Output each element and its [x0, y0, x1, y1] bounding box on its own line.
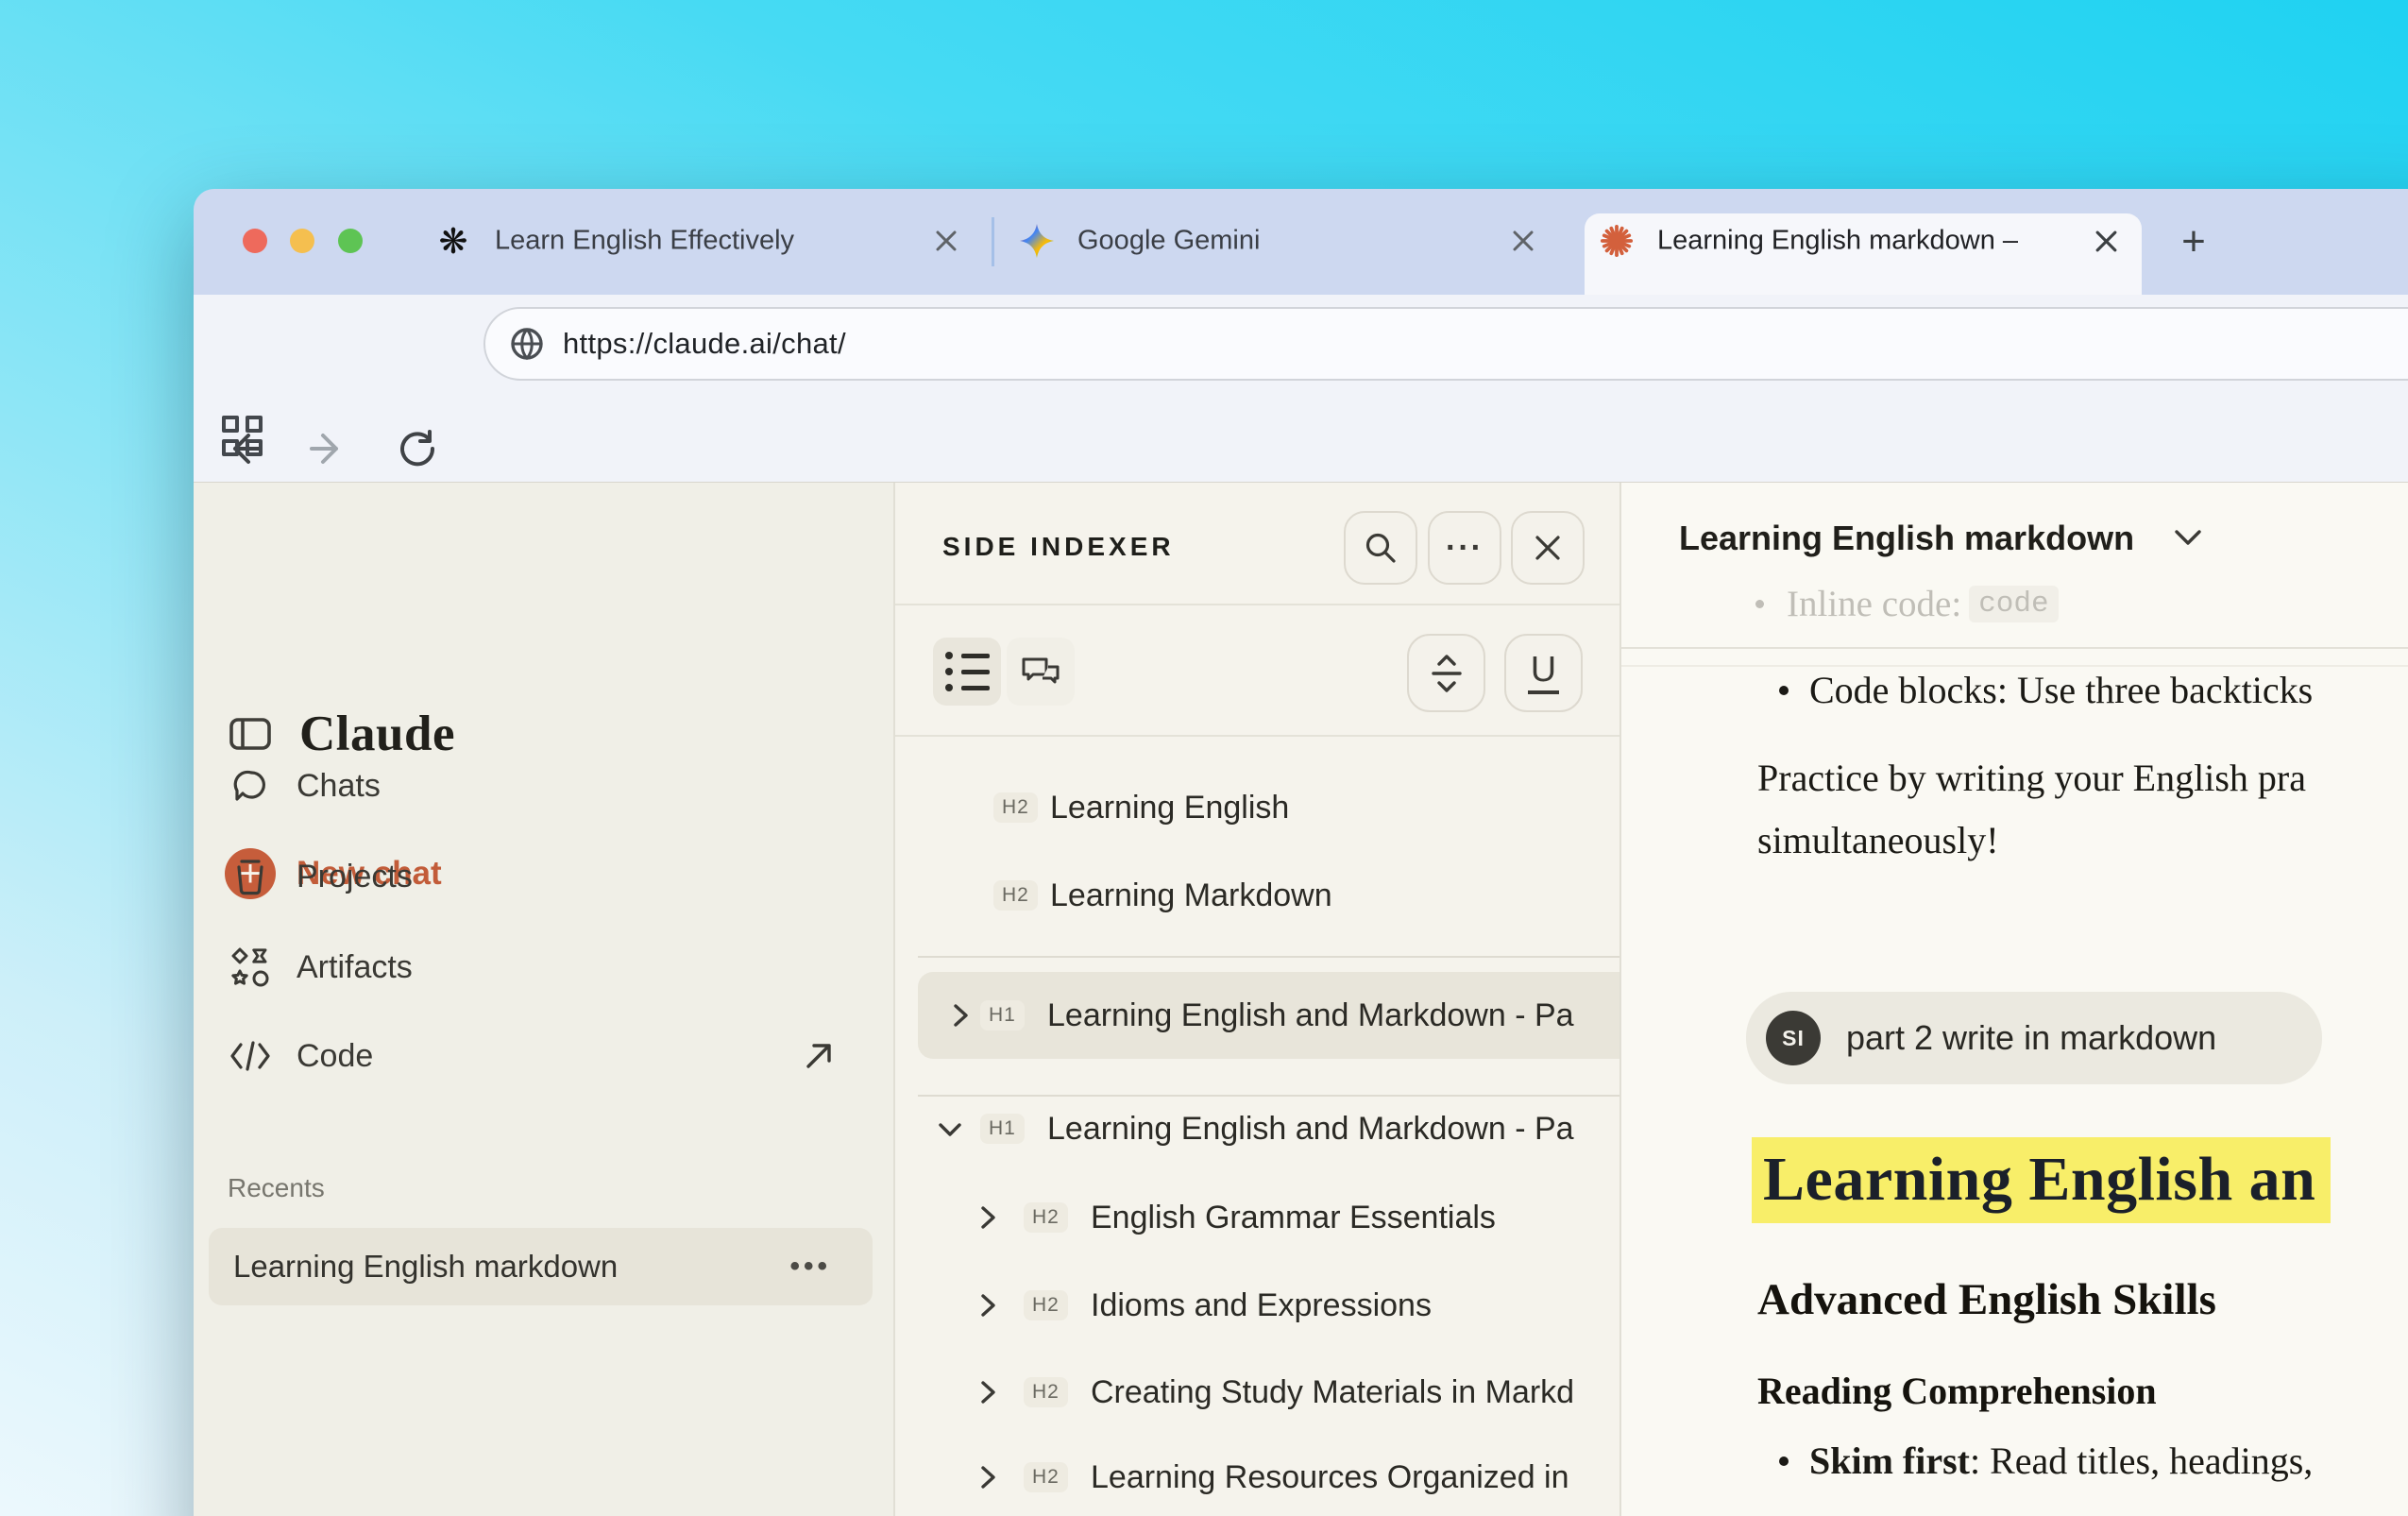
user-message-text: part 2 write in markdown — [1846, 1018, 2216, 1058]
chevron-right-icon[interactable] — [976, 1204, 999, 1231]
tab-strip: ❋ Learn English Effectively Google Gemin… — [194, 189, 2408, 295]
gemini-icon — [1020, 224, 1054, 258]
url-bar[interactable]: https://claude.ai/chat/ — [483, 307, 2408, 381]
tab-google-gemini[interactable]: Google Gemini — [1077, 226, 1260, 257]
bullet-dot — [1755, 600, 1764, 608]
reload-icon[interactable] — [393, 424, 442, 473]
panel-title: SIDE INDEXER — [942, 532, 1175, 562]
claude-icon — [1600, 224, 1634, 258]
divider — [1621, 665, 2408, 667]
list-view-toggle[interactable] — [933, 638, 1001, 706]
recent-chat-item[interactable]: Learning English markdown ••• — [209, 1228, 873, 1305]
more-button[interactable]: ··· — [1428, 511, 1501, 585]
forward-icon[interactable] — [304, 424, 353, 473]
user-message-bubble: SI part 2 write in markdown — [1746, 992, 2322, 1084]
chevron-right-icon[interactable] — [976, 1292, 999, 1319]
chat-bubbles-icon — [1020, 654, 1061, 690]
divider — [895, 735, 1619, 737]
tab-close-icon[interactable] — [925, 220, 967, 262]
new-tab-button[interactable]: + — [2172, 220, 2215, 264]
chat-content-panel: Learning English markdown Inline code: c… — [1621, 483, 2408, 1516]
chevron-down-icon[interactable] — [2174, 529, 2202, 548]
chevron-right-icon[interactable] — [949, 1002, 972, 1029]
index-item-h2-child[interactable]: H2 Creating Study Materials in Markd — [895, 1349, 1619, 1436]
sidebar-item-artifacts[interactable]: Artifacts — [194, 934, 893, 1000]
bullet-skim-first: Skim first: Read titles, headings, — [1779, 1439, 2313, 1483]
projects-icon — [229, 858, 272, 895]
artifacts-icon — [229, 947, 272, 987]
code-icon — [229, 1040, 272, 1072]
tab-learning-english-markdown[interactable]: Learning English markdown – — [1657, 226, 2018, 257]
chat-view-toggle[interactable] — [1007, 638, 1075, 706]
scrolled-faded-text: Inline code: code — [1755, 583, 2059, 625]
index-item-h1-expanded[interactable]: H1 Learning English and Markdown - Pa — [895, 1085, 1619, 1172]
index-item-h2[interactable]: H2 Learning English — [895, 764, 1619, 851]
chat-bubble-icon — [229, 767, 272, 805]
claude-sidebar: Claude + New chat Chats — [194, 483, 895, 1516]
index-item-h1-selected[interactable]: H1 Learning English and Markdown - Pa — [918, 972, 1621, 1059]
index-item-h2-child[interactable]: H2 Idioms and Expressions — [895, 1262, 1619, 1349]
index-item-h2-child[interactable]: H2 Learning Resources Organized in — [895, 1434, 1619, 1516]
maximize-window-button[interactable] — [338, 229, 363, 253]
recents-heading: Recents — [228, 1173, 325, 1203]
index-item-h2[interactable]: H2 Learning Markdown — [895, 852, 1619, 939]
browser-window: ❋ Learn English Effectively Google Gemin… — [194, 189, 2408, 1516]
url-text[interactable]: https://claude.ai/chat/ — [563, 327, 846, 361]
globe-icon — [510, 327, 544, 361]
list-icon — [945, 652, 990, 691]
bullet-dot — [1779, 1456, 1789, 1466]
minimize-window-button[interactable] — [290, 229, 314, 253]
desktop-background: ❋ Learn English Effectively Google Gemin… — [0, 0, 2408, 1516]
inline-code-chip: code — [1969, 586, 2058, 622]
h3-heading: Reading Comprehension — [1757, 1369, 2157, 1413]
more-options-icon[interactable]: ••• — [789, 1251, 831, 1283]
tab-close-icon[interactable] — [2085, 220, 2127, 262]
external-link-icon — [803, 1040, 835, 1072]
highlighted-h1-heading: Learning English an — [1752, 1144, 2331, 1216]
chevron-down-icon[interactable] — [937, 1117, 963, 1140]
chatgpt-icon: ❋ — [436, 224, 470, 258]
sidebar-toggle-icon[interactable] — [229, 718, 271, 750]
tab-groups-grid-icon[interactable] — [222, 416, 267, 461]
close-panel-button[interactable] — [1511, 511, 1585, 585]
divider — [895, 604, 1619, 605]
assistant-paragraph: Practice by writing your English pra sim… — [1757, 747, 2306, 872]
underline-icon: U — [1528, 652, 1559, 695]
h2-heading: Advanced English Skills — [1757, 1274, 2216, 1325]
underline-highlight-button[interactable]: U — [1504, 634, 1583, 712]
tab-learn-english[interactable]: Learn English Effectively — [495, 226, 794, 257]
sidebar-item-projects[interactable]: Projects — [194, 843, 893, 910]
expand-collapse-all-button[interactable] — [1407, 634, 1485, 712]
search-button[interactable] — [1344, 511, 1417, 585]
index-item-h2-child[interactable]: H2 English Grammar Essentials — [895, 1174, 1619, 1261]
sidebar-item-code[interactable]: Code — [194, 1023, 893, 1089]
side-indexer-panel: SIDE INDEXER ··· — [895, 483, 1621, 1516]
chevron-right-icon[interactable] — [976, 1379, 999, 1405]
chevron-right-icon[interactable] — [976, 1464, 999, 1490]
browser-toolbar: https://claude.ai/chat/ — [194, 295, 2408, 482]
claude-page: Claude + New chat Chats — [194, 482, 2408, 1516]
bullet-code-blocks: Code blocks: Use three backticks — [1779, 668, 2313, 712]
bullet-dot — [1779, 686, 1789, 695]
user-avatar[interactable]: SI — [1766, 1011, 1821, 1065]
divider — [918, 956, 1621, 958]
conversation-title[interactable]: Learning English markdown — [1679, 519, 2134, 558]
sidebar-item-chats[interactable]: Chats — [194, 753, 893, 819]
divider — [1621, 647, 2408, 649]
close-window-button[interactable] — [243, 229, 267, 253]
tab-close-icon[interactable] — [1502, 220, 1544, 262]
tab-separator — [992, 217, 994, 266]
